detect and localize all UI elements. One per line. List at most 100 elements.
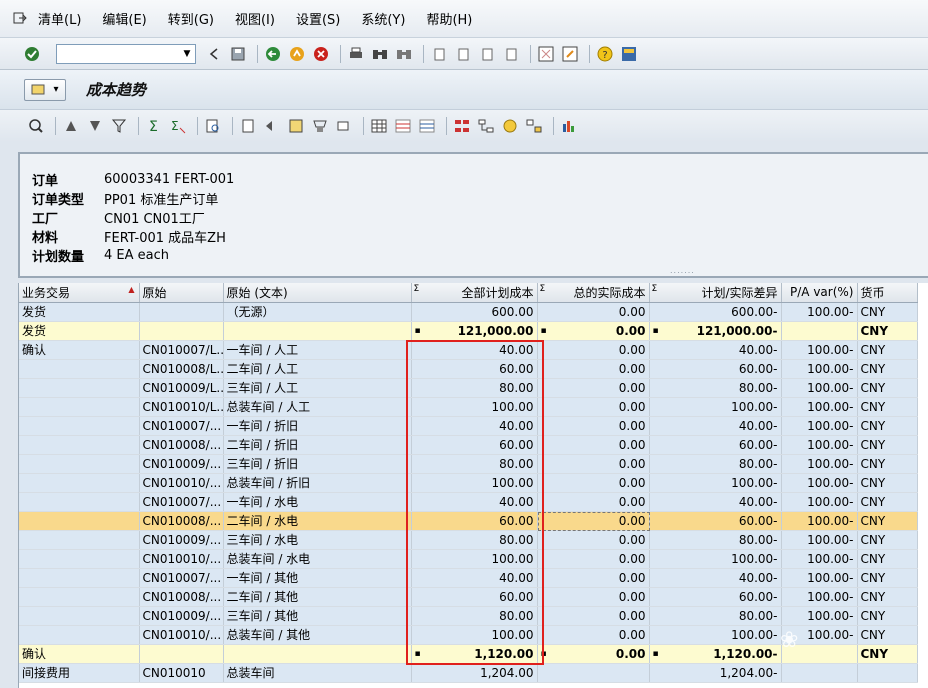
table-cell[interactable]: 100.00 xyxy=(411,549,538,569)
table-cell[interactable]: 60.00- xyxy=(649,359,782,379)
previous-page-icon[interactable] xyxy=(453,44,473,64)
column-header-total-actual-cost[interactable]: Σ 总的实际成本 xyxy=(537,283,650,303)
column-header-total-plan-cost[interactable]: Σ 全部计划成本 xyxy=(411,283,538,303)
table-cell[interactable]: 100.00- xyxy=(781,473,858,493)
table-cell[interactable]: CN010008/L... xyxy=(139,359,224,379)
table-cell[interactable]: 60.00 xyxy=(411,511,538,531)
table-cell[interactable]: 60.00 xyxy=(411,359,538,379)
table-cell[interactable]: 0.00 xyxy=(537,397,650,417)
table-cell[interactable]: CN010007/... xyxy=(139,568,224,588)
table-cell[interactable]: 100.00- xyxy=(781,416,858,436)
table-cell[interactable]: CN010007/... xyxy=(139,492,224,512)
splitter-grip-icon[interactable]: ....... xyxy=(670,266,695,275)
table-row[interactable]: 间接费用 CN010010 总装车间 1,204.00 1,204.00- xyxy=(19,663,918,683)
table-cell[interactable]: CN010007/L... xyxy=(139,340,224,360)
column-header-origin-text[interactable]: 原始 (文本) xyxy=(223,283,412,303)
table-cell[interactable]: 100.00- xyxy=(781,454,858,474)
table-cell[interactable]: 二车间 / 人工 xyxy=(223,359,412,379)
table-cell[interactable]: ▪ 121,000.00- xyxy=(649,321,782,341)
menu-goto[interactable]: 转到(G) xyxy=(168,9,214,28)
table-cell[interactable]: 总装车间 / 折旧 xyxy=(223,473,412,493)
table-cell[interactable] xyxy=(19,587,140,607)
table-cell[interactable]: 0.00 xyxy=(537,302,650,322)
column-header-currency[interactable]: 货币 xyxy=(857,283,918,303)
table-cell[interactable]: 三车间 / 人工 xyxy=(223,378,412,398)
table-cell[interactable]: 总装车间 xyxy=(223,663,412,683)
subtotal-icon[interactable]: Σ xyxy=(168,116,188,136)
table-cell[interactable]: CNY xyxy=(857,435,918,455)
table-cell[interactable]: 100.00- xyxy=(781,359,858,379)
table-cell[interactable]: 100.00- xyxy=(781,492,858,512)
table-cell[interactable]: CNY xyxy=(857,587,918,607)
table-cell[interactable]: CN010010 xyxy=(139,663,224,683)
table-cell[interactable]: 0.00 xyxy=(537,625,650,645)
table-cell[interactable] xyxy=(857,663,918,683)
table-cell[interactable]: 100.00- xyxy=(781,511,858,531)
table-cell[interactable]: 40.00 xyxy=(411,492,538,512)
table-cell[interactable]: （无源） xyxy=(223,302,412,322)
table-cell[interactable]: CN010008/... xyxy=(139,511,224,531)
column-header-pa-var-percent[interactable]: P/A var(%) xyxy=(781,283,858,303)
table-cell[interactable]: CNY xyxy=(857,302,918,322)
table-row[interactable]: CN010009/L... 三车间 / 人工 80.00 0.00 80.00- 100.… xyxy=(19,378,918,398)
last-page-icon[interactable] xyxy=(501,44,521,64)
table-cell[interactable]: CNY xyxy=(857,511,918,531)
table-cell[interactable]: CNY xyxy=(857,454,918,474)
table-cell[interactable]: 80.00 xyxy=(411,606,538,626)
table-cell[interactable]: 100.00- xyxy=(781,397,858,417)
table-cell[interactable]: CN010010/L... xyxy=(139,397,224,417)
table-cell[interactable]: CNY xyxy=(857,473,918,493)
table-cell[interactable]: 40.00- xyxy=(649,568,782,588)
first-page-icon[interactable] xyxy=(429,44,449,64)
select-layout-icon[interactable] xyxy=(393,116,413,136)
save-layout-icon[interactable] xyxy=(417,116,437,136)
menu-exit-icon[interactable] xyxy=(12,12,28,26)
table-cell[interactable]: 100.00- xyxy=(781,435,858,455)
table-cell[interactable]: 80.00- xyxy=(649,378,782,398)
table-cell[interactable] xyxy=(19,568,140,588)
new-session-icon[interactable] xyxy=(536,44,556,64)
table-cell[interactable] xyxy=(19,549,140,569)
table-row[interactable]: CN010007/... 一车间 / 折旧 40.00 0.00 40.00- 100.0… xyxy=(19,416,918,436)
table-row[interactable]: CN010010/... 总装车间 / 折旧 100.00 0.00 100.00- 10… xyxy=(19,473,918,493)
print-icon[interactable] xyxy=(346,44,366,64)
table-cell[interactable] xyxy=(781,321,858,341)
table-cell[interactable]: 100.00- xyxy=(781,549,858,569)
table-cell[interactable]: CNY xyxy=(857,359,918,379)
table-cell[interactable]: ▪ 0.00 xyxy=(537,321,650,341)
table-cell[interactable] xyxy=(781,644,858,664)
table-cell[interactable]: CNY xyxy=(857,606,918,626)
table-cell[interactable] xyxy=(19,530,140,550)
table-cell[interactable]: 40.00- xyxy=(649,416,782,436)
table-cell[interactable]: 60.00- xyxy=(649,435,782,455)
table-cell[interactable]: ▪ 1,120.00 xyxy=(411,644,538,664)
table-cell[interactable]: 0.00 xyxy=(537,587,650,607)
command-field[interactable]: ▼ xyxy=(56,43,196,64)
table-row[interactable]: CN010010/... 总装车间 / 水电 100.00 0.00 100.00- 10… xyxy=(19,549,918,569)
table-cell[interactable]: 三车间 / 折旧 xyxy=(223,454,412,474)
menu-settings[interactable]: 设置(S) xyxy=(296,9,340,28)
local-file-icon[interactable] xyxy=(310,116,330,136)
table-row[interactable]: CN010007/... 一车间 / 水电 40.00 0.00 40.00- 100.0… xyxy=(19,492,918,512)
chevron-down-icon[interactable]: ▼ xyxy=(181,48,193,60)
exit-icon[interactable] xyxy=(287,44,307,64)
table-cell[interactable]: 100.00- xyxy=(649,473,782,493)
table-cell[interactable]: 0.00 xyxy=(537,473,650,493)
table-cell[interactable] xyxy=(781,663,858,683)
table-row[interactable]: CN010007/... 一车间 / 其他 40.00 0.00 40.00- 100.0… xyxy=(19,568,918,588)
table-cell[interactable]: 80.00 xyxy=(411,378,538,398)
table-cell[interactable]: 0.00 xyxy=(537,416,650,436)
column-header-origin[interactable]: 原始 xyxy=(139,283,224,303)
table-cell[interactable]: 100.00- xyxy=(781,587,858,607)
back-icon[interactable] xyxy=(263,44,283,64)
layout-menu-icon[interactable] xyxy=(619,44,639,64)
menu-list[interactable]: 清单(L) xyxy=(38,9,81,28)
total-icon[interactable]: Σ xyxy=(144,116,164,136)
table-cell[interactable]: 40.00- xyxy=(649,492,782,512)
currency-icon[interactable] xyxy=(500,116,520,136)
table-cell[interactable]: 发货 xyxy=(19,321,140,341)
table-cell[interactable]: 0.00 xyxy=(537,359,650,379)
table-row[interactable]: CN010009/... 三车间 / 其他 80.00 0.00 80.00- 100.0… xyxy=(19,606,918,626)
find-icon[interactable] xyxy=(370,44,390,64)
table-cell[interactable] xyxy=(223,644,412,664)
